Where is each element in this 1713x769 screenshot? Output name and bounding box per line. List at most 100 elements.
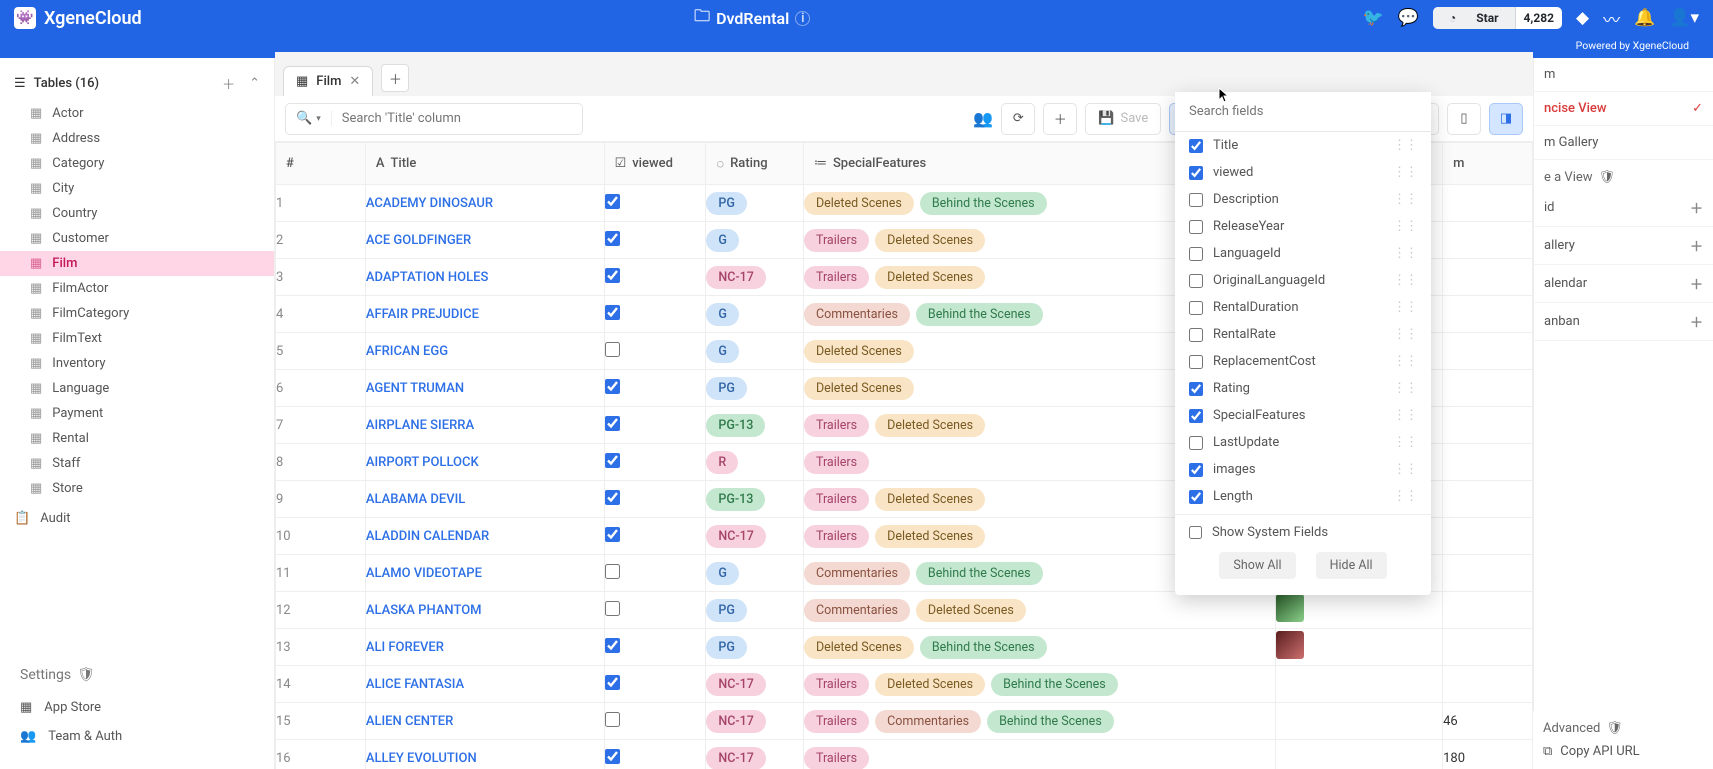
col-viewed[interactable]: ☑viewed xyxy=(605,143,706,184)
rating-pill[interactable]: NC-17 xyxy=(706,747,766,769)
view-gallery[interactable]: m Gallery xyxy=(1534,126,1713,160)
field-toggle-length[interactable]: Length⋮⋮ xyxy=(1175,483,1431,510)
tables-toggle-icon[interactable]: ☰ xyxy=(14,76,26,91)
sidebar-item-filmtext[interactable]: ▦FilmText xyxy=(0,326,274,351)
cell-title[interactable]: AFFAIR PREJUDICE xyxy=(365,296,604,333)
feature-tag[interactable]: Trailers xyxy=(804,229,869,252)
sidebar-item-staff[interactable]: ▦Staff xyxy=(0,451,274,476)
cell-title[interactable]: AFRICAN EGG xyxy=(365,333,604,370)
viewed-checkbox[interactable] xyxy=(605,712,620,727)
bell-icon[interactable]: 🔔 xyxy=(1634,8,1655,28)
viewed-checkbox[interactable] xyxy=(605,675,620,690)
sidebar-item-filmactor[interactable]: ▦FilmActor xyxy=(0,276,274,301)
feature-tag[interactable]: Deleted Scenes xyxy=(804,340,914,363)
rating-pill[interactable]: R xyxy=(706,451,738,474)
search-input[interactable] xyxy=(332,111,582,126)
create-view-id[interactable]: id＋ xyxy=(1534,189,1713,227)
view-grid-active[interactable]: m xyxy=(1534,58,1713,92)
rating-pill[interactable]: NC-17 xyxy=(706,710,766,733)
table-row[interactable]: 14ALICE FANTASIANC-17TrailersDeleted Sce… xyxy=(276,666,1533,703)
viewed-checkbox[interactable] xyxy=(605,416,620,431)
table-row[interactable]: 13ALI FOREVERPGDeleted ScenesBehind the … xyxy=(276,629,1533,666)
drag-handle-icon[interactable]: ⋮⋮ xyxy=(1393,408,1417,423)
plus-icon[interactable]: ＋ xyxy=(1690,198,1703,217)
sidebar-appstore[interactable]: ▦ App Store xyxy=(0,693,274,722)
feature-tag[interactable]: Behind the Scenes xyxy=(916,303,1043,326)
rating-pill[interactable]: PG xyxy=(706,192,747,215)
drag-handle-icon[interactable]: ⋮⋮ xyxy=(1393,489,1417,504)
feature-tag[interactable]: Deleted Scenes xyxy=(875,488,985,511)
table-row[interactable]: 16ALLEY EVOLUTIONNC-17Trailers180 xyxy=(276,740,1533,769)
drag-handle-icon[interactable]: ⋮⋮ xyxy=(1393,273,1417,288)
viewed-checkbox[interactable] xyxy=(605,305,620,320)
save-button[interactable]: 💾Save xyxy=(1085,103,1161,135)
sidebar-item-country[interactable]: ▦Country xyxy=(0,201,274,226)
drag-handle-icon[interactable]: ⋮⋮ xyxy=(1393,138,1417,153)
drag-handle-icon[interactable]: ⋮⋮ xyxy=(1393,165,1417,180)
sidebar-item-city[interactable]: ▦City xyxy=(0,176,274,201)
viewed-checkbox[interactable] xyxy=(605,749,620,764)
row-height-button[interactable]: ▯ xyxy=(1447,103,1481,135)
sidebar-item-category[interactable]: ▦Category xyxy=(0,151,274,176)
paint-icon[interactable]: ◆ xyxy=(1576,8,1589,28)
rating-pill[interactable]: PG-13 xyxy=(706,488,765,511)
feature-tag[interactable]: Deleted Scenes xyxy=(875,229,985,252)
project-title[interactable]: DvdRental xyxy=(716,9,789,28)
hide-all-button[interactable]: Hide All xyxy=(1316,552,1387,579)
rating-pill[interactable]: NC-17 xyxy=(706,673,766,696)
field-toggle-languageid[interactable]: LanguageId⋮⋮ xyxy=(1175,240,1431,267)
plus-icon[interactable]: ＋ xyxy=(1690,236,1703,255)
cell-title[interactable]: AIRPLANE SIERRA xyxy=(365,407,604,444)
sidebar-item-customer[interactable]: ▦Customer xyxy=(0,226,274,251)
field-toggle-originallanguageid[interactable]: OriginalLanguageId⋮⋮ xyxy=(1175,267,1431,294)
advanced-heading[interactable]: Advanced 🛡 xyxy=(1543,721,1703,736)
share-icon[interactable]: 👥 xyxy=(973,109,993,128)
feature-tag[interactable]: Deleted Scenes xyxy=(804,192,914,215)
sidebar-item-language[interactable]: ▦Language xyxy=(0,376,274,401)
cell-title[interactable]: ACE GOLDFINGER xyxy=(365,222,604,259)
viewed-checkbox[interactable] xyxy=(605,379,620,394)
col-rating[interactable]: ◌Rating xyxy=(706,143,803,184)
view-concise[interactable]: ncise View✓ xyxy=(1534,92,1713,126)
field-toggle-title[interactable]: Title⋮⋮ xyxy=(1175,132,1431,159)
image-thumbnail[interactable] xyxy=(1276,594,1304,622)
sidebar-item-film[interactable]: ▦Film xyxy=(0,251,274,276)
field-toggle-rentalrate[interactable]: RentalRate⋮⋮ xyxy=(1175,321,1431,348)
show-all-button[interactable]: Show All xyxy=(1219,552,1295,579)
plus-icon[interactable]: ＋ xyxy=(1690,274,1703,293)
collapse-tables-icon[interactable]: ⌃ xyxy=(249,76,260,91)
viewed-checkbox[interactable] xyxy=(605,527,620,542)
viewed-checkbox[interactable] xyxy=(605,638,620,653)
rating-pill[interactable]: G xyxy=(706,229,739,252)
create-view-alendar[interactable]: alendar＋ xyxy=(1534,265,1713,303)
sidebar-item-filmcategory[interactable]: ▦FilmCategory xyxy=(0,301,274,326)
drag-handle-icon[interactable]: ⋮⋮ xyxy=(1393,246,1417,261)
add-tab-button[interactable]: ＋ xyxy=(381,64,409,92)
info-icon[interactable]: i xyxy=(795,11,810,26)
drag-handle-icon[interactable]: ⋮⋮ xyxy=(1393,462,1417,477)
feature-tag[interactable]: Behind the Scenes xyxy=(916,562,1043,585)
feature-tag[interactable]: Deleted Scenes xyxy=(804,636,914,659)
feature-tag[interactable]: Trailers xyxy=(804,525,869,548)
rating-pill[interactable]: PG xyxy=(706,599,747,622)
viewed-checkbox[interactable] xyxy=(605,268,620,283)
reload-button[interactable]: ⟳ xyxy=(1001,103,1035,135)
drag-handle-icon[interactable]: ⋮⋮ xyxy=(1393,300,1417,315)
col-title[interactable]: ATitle xyxy=(366,143,604,184)
field-toggle-rating[interactable]: Rating⋮⋮ xyxy=(1175,375,1431,402)
table-row[interactable]: 12ALASKA PHANTOMPGCommentariesDeleted Sc… xyxy=(276,592,1533,629)
brand[interactable]: 👾 XgeneCloud xyxy=(14,7,142,29)
cell-title[interactable]: AIRPORT POLLOCK xyxy=(365,444,604,481)
user-menu-icon[interactable]: 👤▾ xyxy=(1669,8,1699,28)
sidebar-team[interactable]: 👥 Team & Auth xyxy=(0,722,274,751)
rating-pill[interactable]: G xyxy=(706,562,739,585)
feature-tag[interactable]: Commentaries xyxy=(804,599,910,622)
rating-pill[interactable]: G xyxy=(706,303,739,326)
table-row[interactable]: 15ALIEN CENTERNC-17TrailersCommentariesB… xyxy=(276,703,1533,740)
settings-label[interactable]: Settings xyxy=(20,667,71,683)
field-toggle-images[interactable]: images⋮⋮ xyxy=(1175,456,1431,483)
field-toggle-description[interactable]: Description⋮⋮ xyxy=(1175,186,1431,213)
viewed-checkbox[interactable] xyxy=(605,453,620,468)
toggle-views-button[interactable]: ◨ xyxy=(1489,103,1523,135)
field-toggle-replacementcost[interactable]: ReplacementCost⋮⋮ xyxy=(1175,348,1431,375)
